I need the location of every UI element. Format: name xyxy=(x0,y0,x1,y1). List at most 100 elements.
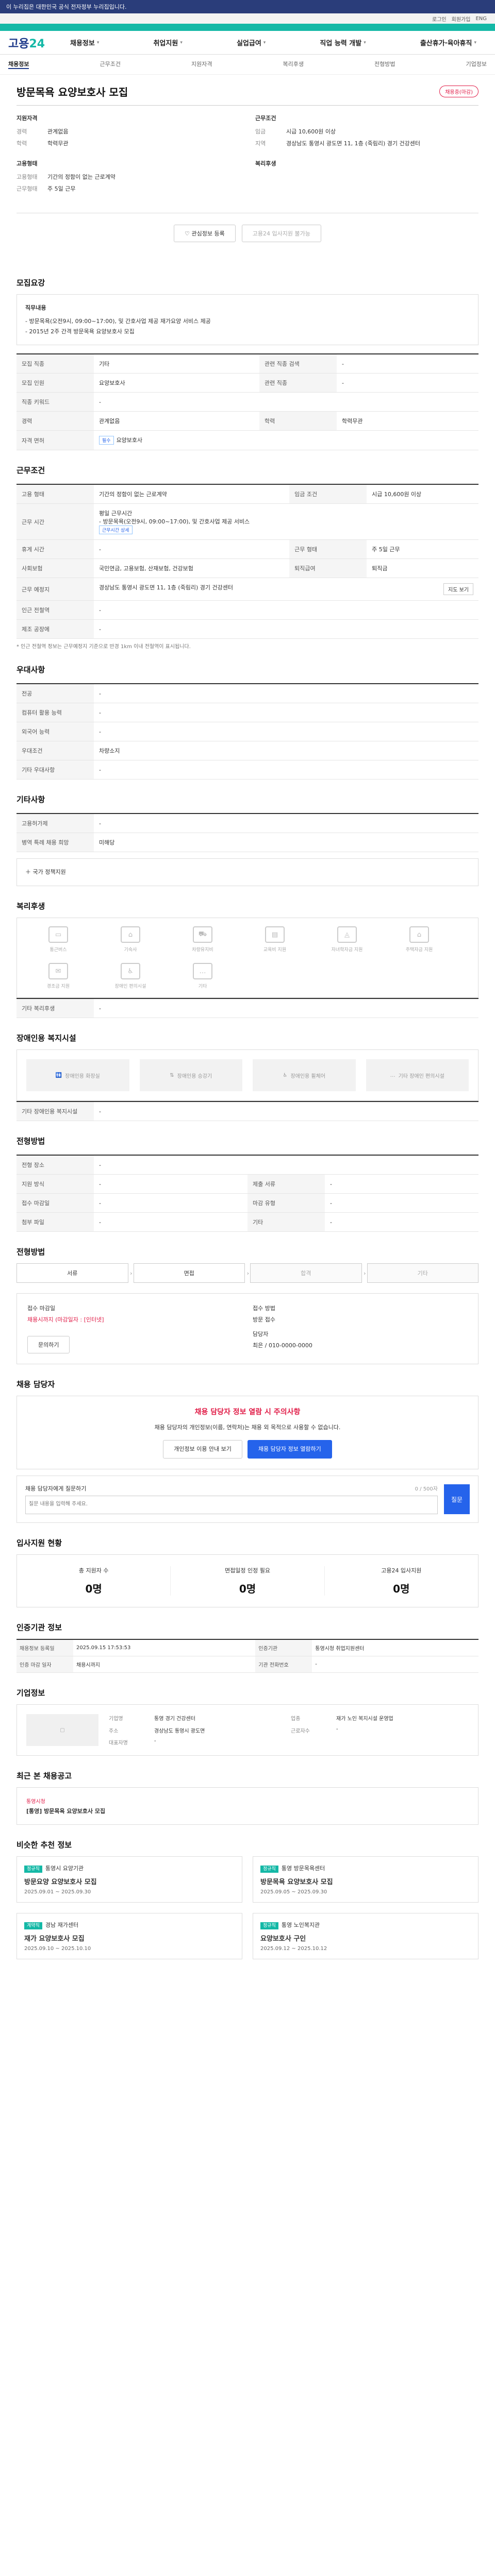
privacy-guide-button[interactable]: 개인정보 이용 안내 보기 xyxy=(163,1439,242,1459)
policy-link-box[interactable]: ＋ 국가 정책지원 xyxy=(16,858,478,887)
site-logo[interactable]: 고용24 xyxy=(8,35,70,51)
work-time-detail[interactable]: 근무시간 상세 xyxy=(99,526,133,535)
tab-method[interactable]: 전형방법 xyxy=(374,60,395,69)
tab-company[interactable]: 기업정보 xyxy=(466,60,487,69)
row-value: - xyxy=(94,1212,248,1232)
method-value: 방문 접수 xyxy=(253,1316,275,1324)
duty-title: 직무내용 xyxy=(25,304,46,311)
elevator-icon: ⇅ xyxy=(170,1072,174,1078)
work-time-line: 평일 근무시간 xyxy=(99,510,133,517)
stat-item: 고용24 입사지원 0명 xyxy=(325,1566,478,1596)
summary-label: 고용형태 xyxy=(16,174,38,180)
row-value: - xyxy=(325,1193,478,1213)
row-value: 요양보호사 xyxy=(94,373,260,393)
tab-conditions[interactable]: 근무조건 xyxy=(100,60,121,69)
company-section-title: 기업정보 xyxy=(16,1688,45,1698)
deadline-label: 접수 마감일 xyxy=(27,1305,56,1312)
row-label: 퇴직급여 xyxy=(289,558,367,579)
job-card[interactable]: 계약직 경남 재가센터 재가 요양보호사 모집 2025.09.10 ~ 2025.1… xyxy=(16,1913,242,1960)
row-label: 인근 전철역 xyxy=(16,600,94,620)
facility-item: ⇅ 장애인용 승강기 xyxy=(139,1059,242,1092)
station-note: * 인근 전철역 정보는 근무예정지 기준으로 반경 1km 이내 전철역이 표… xyxy=(16,644,191,650)
util-login-link[interactable]: 로그인 xyxy=(432,15,447,23)
logo-accent: 24 xyxy=(29,37,45,50)
welfare-label: 차량유지비 xyxy=(192,947,213,953)
job-card[interactable]: 정규직 통영 방문목욕센터 방문목욕 요양보호사 모집 2025.09.05 ~ 20… xyxy=(253,1856,478,1903)
facility-label: 장애인용 승강기 xyxy=(177,1073,212,1079)
menu-item-jobs[interactable]: 채용정보 xyxy=(70,38,99,47)
row-label: 임금 조건 xyxy=(289,484,367,504)
pref-table: 전공 - 컴퓨터 활용 능력 - 외국어 능력 - 우대조건 차량소지 기타 우대사항 - xyxy=(16,683,478,780)
row-label: 모집 직종 xyxy=(16,354,94,374)
work-section-title: 근무조건 xyxy=(16,466,45,476)
inquiry-button[interactable]: 문의하기 xyxy=(27,1336,70,1354)
welfare-icons: ▭ 통근버스 ⌂ 기숙사 ⛟ 차량유지비 ▤ 교육비 지원 ◬ 자녀학자금 지원 ⌂ 주택자… xyxy=(16,918,478,998)
util-lang-link[interactable]: ENG xyxy=(475,16,487,22)
interest-button[interactable]: ♡ 관심정보 등록 xyxy=(174,225,236,242)
util-join-link[interactable]: 회원가입 xyxy=(452,15,471,23)
row-value: 미해당 xyxy=(94,833,478,853)
facility-section-title: 장애인용 복지시설 xyxy=(16,1033,76,1043)
welfare-label: 통근버스 xyxy=(50,947,67,953)
row-label: 기관 전화번호 xyxy=(255,1656,312,1673)
apply-button[interactable]: 고용24 입사지원 불가능 xyxy=(241,225,321,242)
facility-label: 장애인용 화장실 xyxy=(65,1073,100,1079)
menu-item-training[interactable]: 직업 능력 개발 xyxy=(320,38,366,47)
row-value: 2025.09.15 17:53:53 xyxy=(73,1639,256,1657)
question-form: 채용 담당자에게 질문하기 0 / 500자 질문 xyxy=(16,1476,478,1523)
row-value: - xyxy=(325,1174,478,1194)
row-value: - xyxy=(94,1101,478,1122)
method-label: 접수 방법 xyxy=(253,1305,275,1312)
summary-label: 근무형태 xyxy=(16,185,38,192)
recent-item[interactable]: [통영] 방문목욕 요양보호사 모집 xyxy=(26,1807,469,1815)
corp-value: - xyxy=(154,1738,156,1744)
license-chip: 필수 xyxy=(99,436,114,445)
row-value: - xyxy=(94,760,478,780)
recent-section-title: 최근 본 채용공고 xyxy=(16,1771,72,1781)
license-name: 요양보호사 xyxy=(116,437,143,444)
card-meta: 2025.09.10 ~ 2025.10.10 xyxy=(24,1946,91,1952)
row-label: 관련 직종 xyxy=(259,373,337,393)
map-button[interactable]: 지도 보기 xyxy=(443,583,473,596)
summary-value: 경상남도 통영시 광도면 11, 1층 (죽림리) 경기 건강센터 xyxy=(286,140,420,147)
row-value: - xyxy=(94,814,478,834)
row-label: 채용정보 등록일 xyxy=(16,1639,73,1657)
car-icon: ⛟ xyxy=(193,926,212,943)
question-submit-button[interactable]: 질문 xyxy=(444,1484,470,1515)
gift-icon: ✉ xyxy=(48,963,68,980)
company-logo: ▢ xyxy=(26,1714,98,1747)
row-label: 학력 xyxy=(259,411,337,431)
row-label: 모집 인원 xyxy=(16,373,94,393)
row-value: - xyxy=(337,373,478,393)
stat-value: 0명 xyxy=(393,1583,410,1596)
row-label: 기타 xyxy=(248,1212,325,1232)
welfare-item: ⛟ 차량유지비 xyxy=(177,926,228,953)
menu-item-leave[interactable]: 출산휴가·육아휴직 xyxy=(420,38,476,47)
tab-qualification[interactable]: 지원자격 xyxy=(191,60,212,69)
corp-label: 업종 xyxy=(291,1716,301,1722)
stat-item: 면접일정 인정 필요 0명 xyxy=(171,1566,325,1596)
menu-item-benefit[interactable]: 실업급여 xyxy=(237,38,266,47)
row-value: 국민연금, 고용보험, 산재보험, 건강보험 xyxy=(94,558,290,579)
tab-recruit[interactable]: 채용정보 xyxy=(8,60,29,69)
global-nav: 고용24 채용정보 취업지원 실업급여 직업 능력 개발 출산휴가·육아휴직 xyxy=(0,31,495,55)
row-label: 사회보험 xyxy=(16,558,94,579)
row-label: 휴게 시간 xyxy=(16,539,94,560)
place-cell: 경상남도 통영시 광도면 11, 1층 (죽림리) 경기 건강센터 지도 보기 xyxy=(94,578,478,601)
row-label: 전공 xyxy=(16,684,94,704)
place-value: 경상남도 통영시 광도면 11, 1층 (죽림리) 경기 건강센터 xyxy=(99,584,233,591)
card-tag: 정규직 xyxy=(24,1866,42,1873)
menu-item-support[interactable]: 취업지원 xyxy=(153,38,182,47)
duty-box: 직무내용 - 방문목욕(오전9시, 09:00~17:00), 및 간호사업 제… xyxy=(16,294,478,346)
job-card[interactable]: 정규직 통영 노인복지관 요양보호사 구인 2025.09.12 ~ 2025.10.… xyxy=(253,1913,478,1960)
job-card[interactable]: 정규직 통영시 요양기관 방문요양 요양보호사 모집 2025.09.01 ~ 202… xyxy=(16,1856,242,1903)
row-label: 인증기관 xyxy=(255,1639,312,1657)
row-value: 기간의 정함이 없는 근로계약 xyxy=(94,484,290,504)
welfare-label: 기타 xyxy=(198,984,207,990)
question-title: 채용 담당자에게 질문하기 xyxy=(25,1485,87,1493)
row-label: 관련 직종 검색 xyxy=(259,354,337,374)
view-manager-button[interactable]: 채용 담당자 정보 열람하기 xyxy=(247,1439,332,1459)
tab-welfare[interactable]: 복리후생 xyxy=(283,60,304,69)
toilet-icon: 🚻 xyxy=(55,1072,62,1078)
question-input[interactable] xyxy=(25,1496,438,1515)
